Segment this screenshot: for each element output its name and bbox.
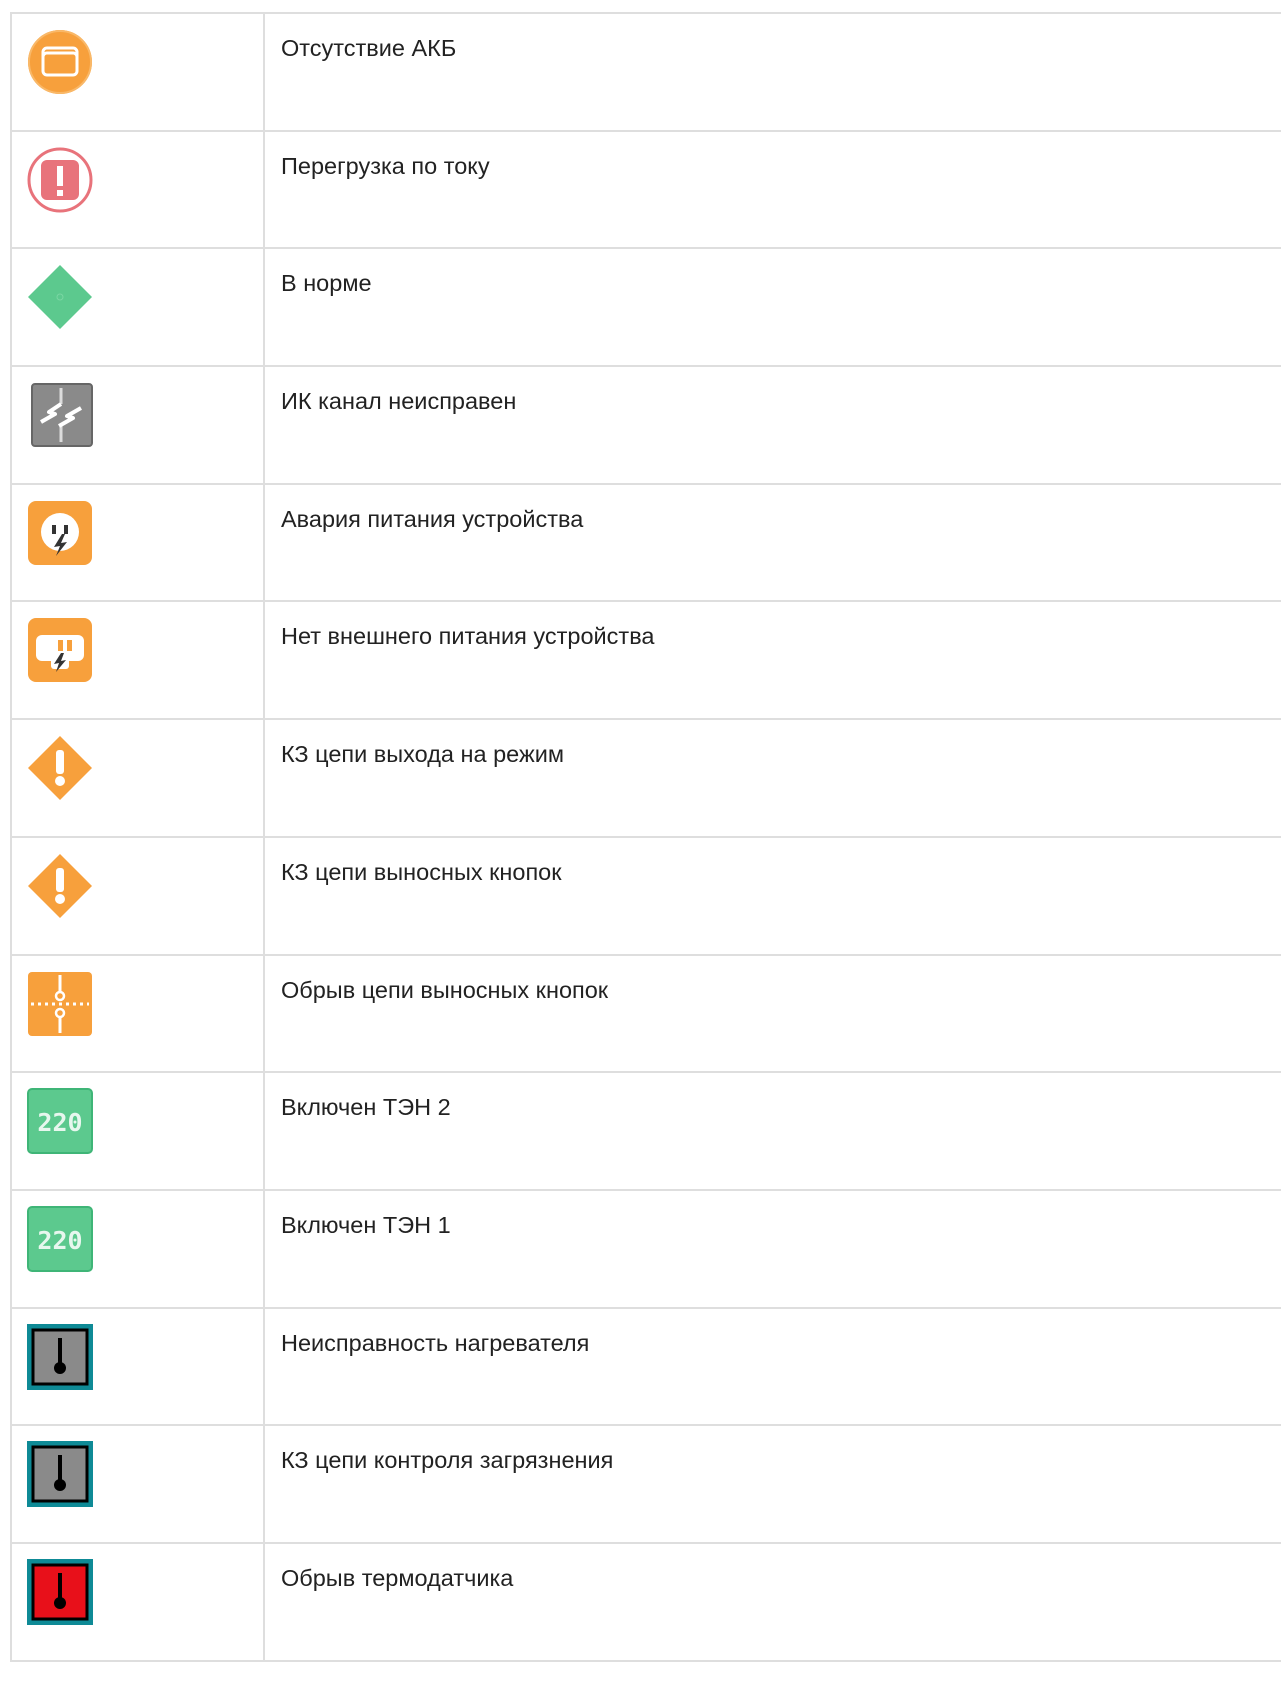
normal-status-icon	[27, 264, 93, 330]
table-row: 220 Включен ТЭН 2	[10, 1071, 1281, 1191]
heater-2-icon-text: 220	[37, 1108, 82, 1137]
table-row: Обрыв цепи выносных кнопок	[10, 953, 1281, 1074]
table-row: ИК канал неисправен	[10, 365, 1281, 485]
thermosensor-break-icon	[27, 1558, 93, 1625]
description-cell: В норме	[263, 247, 1281, 368]
ir-channel-fault-icon	[27, 382, 93, 448]
icon-cell	[10, 482, 264, 603]
icon-cell: 220	[10, 1071, 264, 1191]
description-cell: Неисправность нагревателя	[263, 1306, 1281, 1427]
icon-cell	[10, 600, 264, 721]
no-external-power-icon	[27, 617, 93, 683]
table-row: Авария питания устройства	[10, 482, 1281, 603]
table-row: КЗ цепи выносных кнопок	[10, 835, 1281, 956]
icon-cell	[10, 12, 264, 132]
heater-1-icon-text: 220	[37, 1226, 82, 1255]
description-cell: Обрыв цепи выносных кнопок	[263, 953, 1281, 1074]
description-cell: Перегрузка по току	[263, 129, 1281, 250]
current-overload-icon	[27, 147, 93, 213]
table-row: Нет внешнего питания устройства	[10, 600, 1281, 721]
device-power-failure-icon	[27, 500, 93, 566]
table-row: КЗ цепи контроля загрязнения	[10, 1424, 1281, 1544]
table-row: Неисправность нагревателя	[10, 1306, 1281, 1427]
table-row: КЗ цепи выхода на режим	[10, 718, 1281, 838]
description-cell: КЗ цепи выносных кнопок	[263, 835, 1281, 956]
icon-cell	[10, 1541, 264, 1662]
description-cell: Нет внешнего питания устройства	[263, 600, 1281, 721]
icon-cell	[10, 1424, 264, 1544]
heater-fault-icon	[27, 1323, 93, 1390]
icon-cell	[10, 247, 264, 368]
description-cell: Обрыв термодатчика	[263, 1541, 1281, 1662]
table-row: Перегрузка по току	[10, 129, 1281, 250]
short-circuit-mode-output-icon	[27, 735, 93, 801]
icon-cell	[10, 129, 264, 250]
icon-cell	[10, 365, 264, 485]
open-circuit-remote-buttons-icon	[27, 971, 93, 1037]
icon-cell	[10, 1306, 264, 1427]
description-cell: Авария питания устройства	[263, 482, 1281, 603]
icon-cell	[10, 718, 264, 838]
description-cell: Включен ТЭН 2	[263, 1071, 1281, 1191]
battery-missing-icon	[27, 29, 93, 95]
icon-cell	[10, 953, 264, 1074]
description-cell: КЗ цепи контроля загрязнения	[263, 1424, 1281, 1544]
heater-1-on-icon: 220	[27, 1205, 93, 1272]
icon-cell	[10, 835, 264, 956]
icon-cell: 220	[10, 1188, 264, 1309]
heater-2-on-icon: 220	[27, 1088, 93, 1155]
description-cell: Отсутствие АКБ	[263, 12, 1281, 132]
contamination-control-short-icon	[27, 1441, 93, 1508]
table-row: В норме	[10, 247, 1281, 368]
description-cell: ИК канал неисправен	[263, 365, 1281, 485]
table-row: Обрыв термодатчика	[10, 1541, 1281, 1662]
description-cell: КЗ цепи выхода на режим	[263, 718, 1281, 838]
description-cell: Включен ТЭН 1	[263, 1188, 1281, 1309]
table-row: 220 Включен ТЭН 1	[10, 1188, 1281, 1309]
short-circuit-remote-buttons-icon	[27, 853, 93, 919]
status-icon-table: Отсутствие АКБ Перегрузка по току В норм…	[10, 12, 1281, 1662]
table-row: Отсутствие АКБ	[10, 12, 1281, 132]
